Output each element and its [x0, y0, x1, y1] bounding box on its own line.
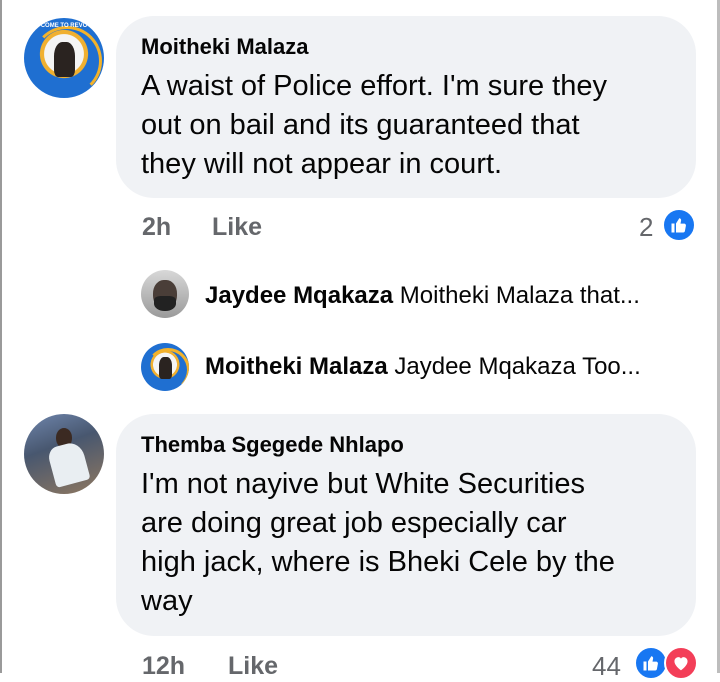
reaction-count[interactable]: 2 [639, 212, 653, 243]
reply-preview: Moitheki Malaza that... [399, 282, 640, 309]
comment-timestamp[interactable]: 12h [142, 652, 185, 681]
comment-text-line: way [141, 585, 193, 617]
avatar-moitheki[interactable]: COME TO REVO [24, 18, 104, 98]
avatar-banner-text: COME TO REVO [40, 22, 88, 29]
comment-text-line: out on bail and its guaranteed that [141, 109, 580, 141]
comment-text-line: high jack, where is Bheki Cele by the [141, 546, 615, 578]
avatar-moitheki-small[interactable] [141, 343, 189, 391]
love-icon [664, 646, 698, 680]
comment-text-line: they will not appear in court. [141, 148, 503, 180]
comment-text: I'm not nayive but White Securities are … [141, 465, 615, 621]
reply-preview: Jaydee Mqakaza Too... [394, 353, 641, 380]
reply-item[interactable]: Jaydee Mqakaza Moitheki Malaza that... [205, 282, 640, 310]
like-button[interactable]: Like [212, 213, 262, 242]
avatar-jaydee[interactable] [141, 270, 189, 318]
like-button[interactable]: Like [228, 652, 278, 681]
avatar-person [159, 357, 172, 379]
reply-author[interactable]: Moitheki Malaza [205, 353, 388, 380]
left-border [0, 0, 2, 673]
comment-author[interactable]: Themba Sgegede Nhlapo [141, 432, 404, 458]
like-icon [634, 646, 668, 680]
avatar-beard [154, 296, 176, 311]
comment-timestamp[interactable]: 2h [142, 213, 171, 242]
avatar-themba[interactable] [24, 414, 104, 494]
reaction-count[interactable]: 44 [592, 651, 621, 682]
comment-text-line: are doing great job especially car [141, 507, 567, 539]
comment-text: A waist of Police effort. I'm sure they … [141, 67, 607, 184]
avatar-person [54, 42, 76, 78]
like-icon [662, 208, 696, 242]
reply-item[interactable]: Moitheki Malaza Jaydee Mqakaza Too... [205, 353, 641, 381]
comment-author[interactable]: Moitheki Malaza [141, 34, 308, 60]
comment-text-line: I'm not nayive but White Securities [141, 468, 585, 500]
avatar-shirt [46, 440, 91, 489]
comment-text-line: A waist of Police effort. I'm sure they [141, 70, 607, 102]
reply-author[interactable]: Jaydee Mqakaza [205, 282, 393, 309]
